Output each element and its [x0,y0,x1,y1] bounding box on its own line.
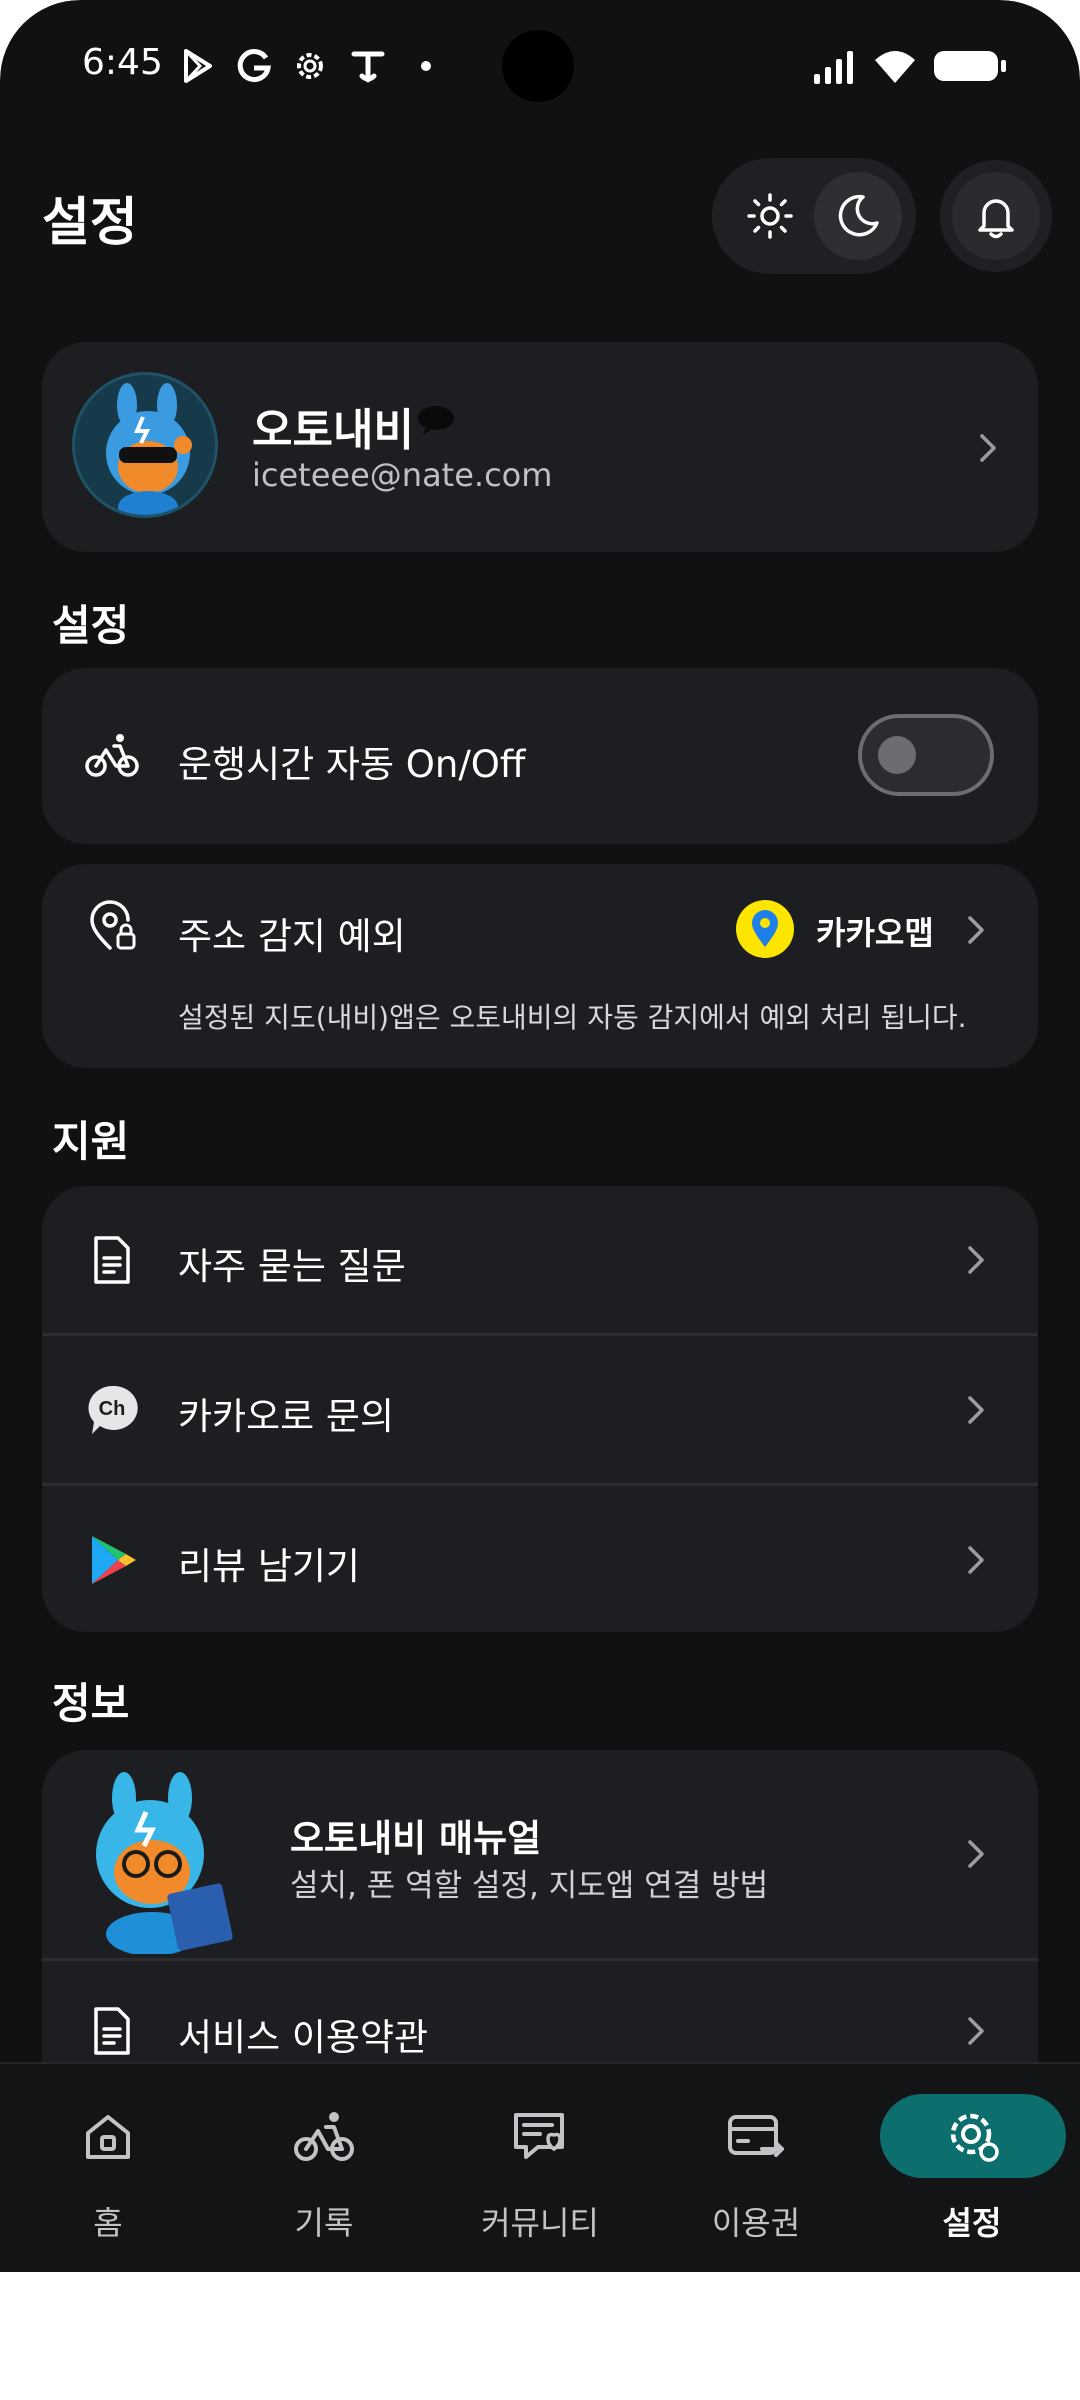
faq-label: 자주 묻는 질문 [178,1245,406,1288]
chevron-right-icon [968,1396,984,1424]
theme-toggle[interactable] [712,158,916,274]
nav-records[interactable]: 기록 [216,2064,432,2272]
bottom-nav: 홈 기록 커뮤니티 이용권 설정 [0,2062,1080,2272]
dark-mode-button[interactable] [814,172,902,260]
sun-icon [747,193,793,239]
screen: 6:45 설정 오토내비 iceteee@nate.com 설정 운행시간 자동… [0,0,1080,2272]
map-pin-icon [752,910,778,947]
nav-community[interactable]: 커뮤니티 [432,2064,648,2272]
nav-pass-label: 이용권 [711,2204,801,2242]
toggle-knob [878,736,916,774]
auto-onoff-card: 운행시간 자동 On/Off [42,668,1038,844]
notification-button-inner [952,172,1040,260]
terms-label: 서비스 이용약관 [178,2016,429,2059]
review-row[interactable]: 리뷰 남기기 [42,1486,1038,1632]
address-exclusion-card[interactable]: 주소 감지 예외 카카오맵 설정된 지도(내비)앱은 오토내비의 자동 감지에서… [42,864,1038,1068]
community-icon [500,2102,580,2172]
notification-button[interactable] [940,160,1052,272]
selected-map-app: 카카오맵 [816,914,934,952]
kakao-inquiry-row[interactable]: Ch 카카오로 문의 [42,1336,1038,1484]
section-title-settings: 설정 [52,601,130,650]
dot-icon [421,61,431,71]
review-label: 리뷰 남기기 [178,1545,360,1588]
document-icon [94,2007,130,2055]
avatar [72,372,218,518]
bell-icon [978,199,1014,239]
t-app-icon [351,51,385,83]
settings-gear-icon [297,53,323,79]
page-title: 설정 [42,193,138,253]
signal-icon [814,51,853,84]
manual-subtitle: 설치, 폰 역할 설정, 지도앱 연결 방법 [290,1868,769,1904]
location-lock-icon [90,900,136,950]
nav-records-label: 기록 [294,2204,354,2242]
kakaomap-logo [736,900,794,958]
kakao-channel-icon: Ch [88,1385,138,1434]
svg-text:Ch: Ch [99,1398,126,1420]
ticket-icon [716,2102,796,2172]
chevron-right-icon [968,916,984,944]
nav-settings-label: 설정 [942,2204,1002,2242]
bike-icon [85,734,139,777]
status-time: 6:45 [82,42,163,83]
chevron-right-icon [968,1246,984,1274]
address-exclusion-description: 설정된 지도(내비)앱은 오토내비의 자동 감지에서 예외 처리 됩니다. [178,1001,967,1034]
profile-name: 오토내비 [252,405,414,456]
light-mode-button[interactable] [726,172,814,260]
document-icon [94,1236,130,1284]
kakao-inquiry-label: 카카오로 문의 [178,1395,395,1438]
battery-icon [934,51,1006,81]
bike-icon [284,2102,364,2172]
chevron-right-icon [980,434,996,462]
address-exclusion-label: 주소 감지 예외 [178,915,406,958]
auto-onoff-label: 운행시간 자동 On/Off [178,743,526,786]
tiger-mascot-avatar [106,383,192,515]
play-store-icon [184,49,212,83]
profile-card[interactable]: 오토내비 iceteee@nate.com [42,342,1038,552]
support-card: 자주 묻는 질문 Ch 카카오로 문의 리뷰 남기기 [42,1186,1038,1632]
section-title-info: 정보 [52,1679,130,1728]
google-play-icon [92,1536,136,1584]
auto-onoff-toggle[interactable] [858,714,994,796]
kakao-chat-icon [418,406,454,435]
nav-home-label: 홈 [93,2204,123,2242]
chevron-right-icon [968,2017,984,2045]
chevron-right-icon [968,1840,984,1868]
nav-community-label: 커뮤니티 [481,2204,599,2242]
phone-frame: 6:45 설정 오토내비 iceteee@nate.com 설정 운행시간 자동… [0,0,1080,2400]
nav-settings[interactable]: 설정 [864,2064,1080,2272]
status-bar: 6:45 [0,0,1080,130]
nav-home[interactable]: 홈 [0,2064,216,2272]
manual-row[interactable]: 오토내비 매뉴얼 설치, 폰 역할 설정, 지도앱 연결 방법 [42,1750,1038,1958]
front-camera [502,30,574,102]
moon-icon [838,194,879,237]
profile-email: iceteee@nate.com [252,456,553,494]
tiger-reading-mascot [96,1772,233,1954]
chevron-right-icon [968,1546,984,1574]
home-icon [68,2102,148,2172]
manual-title: 오토내비 매뉴얼 [290,1817,542,1860]
settings-icon [880,2094,1066,2178]
section-title-support: 지원 [52,1117,130,1166]
google-icon [237,49,271,83]
nav-pass[interactable]: 이용권 [648,2064,864,2272]
faq-row[interactable]: 자주 묻는 질문 [42,1186,1038,1334]
wifi-icon [875,51,915,83]
